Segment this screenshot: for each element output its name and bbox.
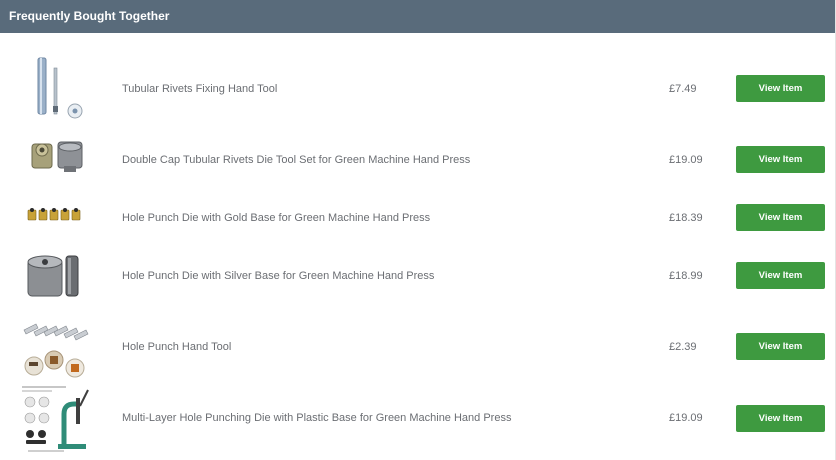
view-item-button[interactable]: View Item [736, 146, 825, 173]
product-name[interactable]: Hole Punch Die with Gold Base for Green … [122, 212, 430, 224]
product-row: Hole Punch Hand Tool £2.39 View Item [0, 318, 836, 380]
view-item-button[interactable]: View Item [736, 333, 825, 360]
frequently-bought-together-panel: Frequently Bought Together Tubular Rivet… [0, 0, 836, 460]
double-cap-die-set-image [20, 136, 90, 182]
product-price: £7.49 [669, 83, 697, 95]
product-price: £19.09 [669, 412, 703, 424]
product-name[interactable]: Tubular Rivets Fixing Hand Tool [122, 83, 277, 95]
gold-base-punch-dies-image [20, 196, 90, 236]
view-item-button[interactable]: View Item [736, 75, 825, 102]
product-price: £19.09 [669, 154, 703, 166]
hole-punch-hand-tool-image [20, 320, 90, 380]
product-row: Hole Punch Die with Gold Base for Green … [0, 196, 836, 240]
product-price: £18.39 [669, 212, 703, 224]
view-item-button[interactable]: View Item [736, 405, 825, 432]
product-price: £2.39 [669, 341, 697, 353]
product-row: Multi-Layer Hole Punching Die with Plast… [0, 384, 836, 454]
product-name[interactable]: Multi-Layer Hole Punching Die with Plast… [122, 412, 511, 424]
silver-base-punch-die-image [20, 250, 90, 304]
view-item-button[interactable]: View Item [736, 204, 825, 231]
product-price: £18.99 [669, 270, 703, 282]
product-row: Tubular Rivets Fixing Hand Tool £7.49 Vi… [0, 52, 836, 126]
multi-layer-die-press-image [20, 384, 90, 454]
product-row: Double Cap Tubular Rivets Die Tool Set f… [0, 136, 836, 182]
product-name[interactable]: Hole Punch Hand Tool [122, 341, 231, 353]
view-item-button[interactable]: View Item [736, 262, 825, 289]
section-header: Frequently Bought Together [0, 0, 835, 33]
product-name[interactable]: Hole Punch Die with Silver Base for Gree… [122, 270, 434, 282]
product-name[interactable]: Double Cap Tubular Rivets Die Tool Set f… [122, 154, 470, 166]
product-row: Hole Punch Die with Silver Base for Gree… [0, 248, 836, 306]
rivet-fixing-tool-image [20, 54, 90, 124]
